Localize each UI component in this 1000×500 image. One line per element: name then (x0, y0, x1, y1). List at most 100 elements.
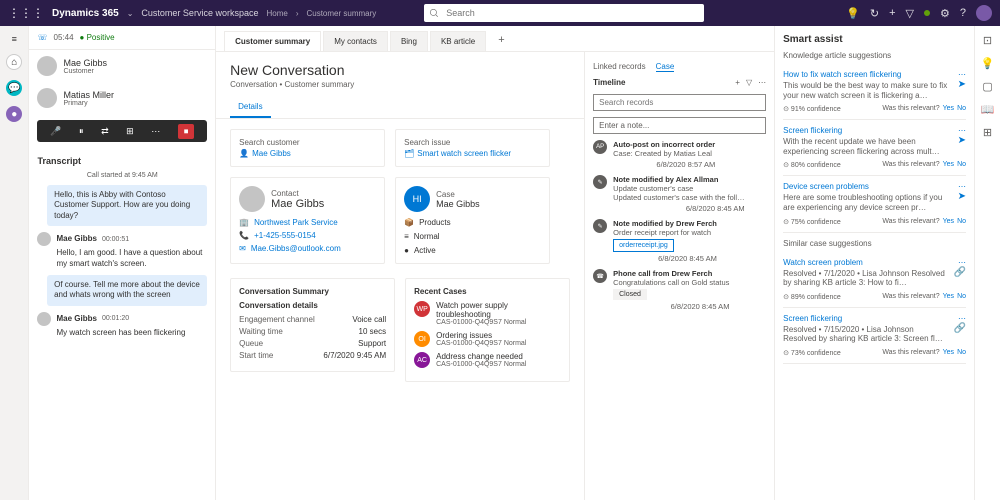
case-icon: 🗂 (404, 149, 414, 158)
timeline-column: Linked records Case Timeline+▽⋯ Enter a … (584, 52, 774, 500)
tab-case[interactable]: Case (656, 62, 675, 72)
sentiment-badge: ● Positive (80, 33, 115, 42)
tab-kb-article[interactable]: KB article (430, 31, 486, 51)
customer-message: Hello, I am good. I have a question abou… (37, 248, 207, 269)
attachment[interactable]: orderreceipt.jpg (613, 239, 674, 252)
breadcrumb-current: Customer summary (306, 9, 376, 18)
conversation-summary-panel: Conversation Summary Conversation detail… (230, 278, 395, 372)
transcript-label: Transcript (37, 156, 207, 166)
search-input[interactable] (424, 4, 704, 22)
call-bar: ☏ 05:44 ● Positive (29, 26, 215, 50)
global-search[interactable] (424, 4, 704, 22)
more-icon[interactable]: ⋯ (151, 126, 160, 137)
kb-suggestion[interactable]: Device screen problems⋯Here are some tro… (783, 176, 966, 232)
person-icon: 👤 (239, 149, 249, 158)
smart-assist-title: Smart assist (783, 34, 966, 45)
hamburger-icon[interactable]: ≡ (12, 34, 17, 44)
tab-add[interactable]: + (488, 29, 514, 51)
avatar (37, 88, 57, 108)
send-icon[interactable]: ➤ (958, 79, 966, 102)
more-icon[interactable]: ⋯ (758, 78, 766, 87)
party-customer[interactable]: Mae GibbsCustomer (29, 50, 215, 82)
session-avatar-icon[interactable]: ● (6, 106, 22, 122)
contact-card: ContactMae Gibbs 🏢 Northwest Park Servic… (230, 177, 385, 264)
agent-message: Of course. Tell me more about the device… (47, 275, 207, 306)
add-icon[interactable]: + (735, 78, 740, 87)
contact-avatar (239, 186, 265, 212)
grid-icon[interactable]: ⊞ (983, 126, 992, 139)
workspace-name: Customer Service workspace (141, 8, 258, 18)
plus-icon[interactable]: + (889, 7, 895, 19)
lightbulb-icon[interactable]: 💡 (846, 7, 860, 20)
lightbulb-icon[interactable]: 💡 (981, 57, 995, 70)
transcript: Transcript Call started at 9:45 AM Hello… (29, 148, 215, 500)
user-avatar[interactable] (976, 5, 992, 21)
tab-linked-records[interactable]: Linked records (593, 62, 645, 72)
search-issue-card: Search issue 🗂Smart watch screen flicker (395, 129, 550, 167)
kb-suggestion[interactable]: How to fix watch screen flickering⋯This … (783, 64, 966, 120)
page-subtitle: Conversation • Customer summary (230, 80, 570, 89)
dialpad-icon[interactable]: ⊞ (126, 126, 134, 137)
page-title: New Conversation (230, 62, 570, 78)
tab-my-contacts[interactable]: My contacts (323, 31, 388, 51)
filter-icon[interactable]: ▽ (906, 7, 914, 20)
brand: Dynamics 365 (52, 8, 119, 19)
customer-message: My watch screen has been flickering (37, 328, 207, 338)
tab-row: Customer summary My contacts Bing KB art… (216, 26, 774, 52)
tab-customer-summary[interactable]: Customer summary (224, 31, 321, 51)
waffle-icon[interactable]: ⋮⋮⋮ (8, 6, 44, 20)
home-icon[interactable]: ⌂ (6, 54, 22, 70)
timeline-item[interactable]: ☎Phone call from Drew FerchCongratulatio… (593, 269, 766, 311)
case-suggestion[interactable]: Screen flickering⋯Resolved • 7/15/2020 •… (783, 308, 966, 364)
search-customer-card: Search customer 👤Mae Gibbs (230, 129, 385, 167)
phone-icon: ☏ (37, 33, 47, 42)
timeline-item[interactable]: ✎Note modified by Alex AllmanUpdate cust… (593, 175, 766, 213)
chevron-down-icon[interactable]: ⌄ (127, 9, 134, 18)
book-icon[interactable]: 📖 (981, 103, 995, 116)
breadcrumb-sep: › (296, 9, 299, 18)
filter-icon[interactable]: ▽ (746, 78, 752, 87)
chat-session-icon[interactable]: 💬 (6, 80, 22, 96)
timeline-search[interactable] (593, 94, 766, 111)
center-column: Customer summary My contacts Bing KB art… (216, 26, 774, 500)
topbar: ⋮⋮⋮ Dynamics 365 ⌄ Customer Service work… (0, 0, 1000, 26)
end-call-button[interactable]: ⏹ (178, 124, 195, 139)
expand-icon[interactable]: ⊡ (983, 34, 992, 47)
breadcrumb-home[interactable]: Home (266, 9, 287, 18)
help-icon[interactable]: ? (960, 7, 966, 19)
mic-icon[interactable]: 🎤 (50, 126, 61, 137)
transfer-icon[interactable]: ⇄ (101, 126, 109, 137)
refresh-icon[interactable]: ↻ (870, 7, 879, 20)
presence-dot (924, 10, 930, 16)
tab-bing[interactable]: Bing (390, 31, 428, 51)
subtab-details[interactable]: Details (230, 97, 270, 118)
left-column: ☏ 05:44 ● Positive Mae GibbsCustomer Mat… (29, 26, 216, 500)
right-column: Smart assist Knowledge article suggestio… (774, 26, 1000, 500)
kb-suggestion[interactable]: Screen flickering⋯With the recent update… (783, 120, 966, 176)
hold-icon[interactable]: ⏸ (79, 126, 84, 137)
case-avatar: HI (404, 186, 430, 212)
timeline-item[interactable]: ✎Note modified by Drew FerchOrder receip… (593, 219, 766, 263)
recent-case-item[interactable]: ACAddress change neededCAS-01000-Q4Q9S7 … (414, 352, 561, 368)
call-started-label: Call started at 9:45 AM (37, 172, 207, 179)
recent-case-item[interactable]: OIOrdering issuesCAS-01000-Q4Q9S7 Normal (414, 331, 561, 347)
topbar-actions: 💡 ↻ + ▽ ⚙ ? (846, 5, 992, 21)
case-suggestion[interactable]: Watch screen problem⋯Resolved • 7/1/2020… (783, 252, 966, 308)
left-rail: ≡ ⌂ 💬 ● (0, 26, 29, 500)
case-card: HICaseMae Gibbs 📦 Products ≡ Normal ● Ac… (395, 177, 550, 264)
party-agent[interactable]: Matias MillerPrimary (29, 82, 215, 114)
call-controls: 🎤 ⏸ ⇄ ⊞ ⋯ ⏹ (37, 120, 207, 142)
right-rail: ⊡ 💡 ▢ 📖 ⊞ (974, 26, 1000, 500)
avatar (37, 56, 57, 76)
call-time: 05:44 (54, 33, 74, 42)
note-icon[interactable]: ▢ (982, 80, 992, 93)
agent-message: Hello, this is Abby with Contoso Custome… (47, 185, 207, 226)
smart-assist-panel: Smart assist Knowledge article suggestio… (775, 26, 974, 500)
recent-case-item[interactable]: WPWatch power supply troubleshootingCAS-… (414, 301, 561, 326)
note-input[interactable]: Enter a note... (593, 117, 766, 134)
more-icon: ⋯ (958, 70, 966, 79)
gear-icon[interactable]: ⚙ (940, 7, 950, 20)
recent-cases-panel: Recent Cases WPWatch power supply troubl… (405, 278, 570, 382)
timeline-item[interactable]: APAuto-post on incorrect orderCase: Crea… (593, 140, 766, 169)
link-icon: 🔗 (954, 267, 966, 290)
